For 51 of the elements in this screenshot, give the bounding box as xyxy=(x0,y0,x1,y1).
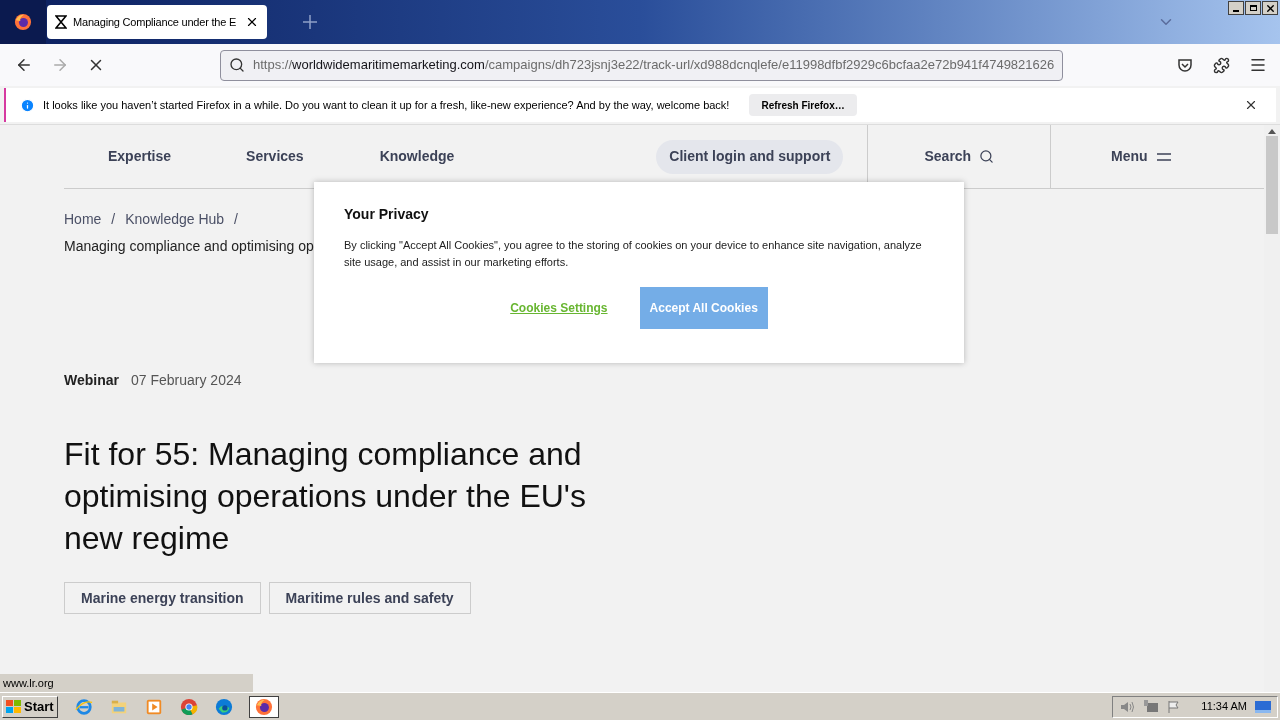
publish-date: 07 February 2024 xyxy=(131,371,242,390)
browser-tab[interactable]: Managing Compliance under the E xyxy=(47,5,267,39)
article-title: Fit for 55: Managing compliance and optimising operations under the EU's new regime xyxy=(64,435,587,558)
scrollbar-thumb[interactable] xyxy=(1266,136,1278,234)
windows-logo-icon xyxy=(6,699,22,714)
notification-message: It looks like you haven’t started Firefox in a while. Do you want to clean it up for a fresh, like-new experience? And by the way, welcome back! xyxy=(43,97,730,113)
scroll-up-icon[interactable] xyxy=(1268,129,1276,134)
topic-tag[interactable]: Maritime rules and safety xyxy=(268,582,471,614)
breadcrumb-link[interactable]: Knowledge Hub xyxy=(125,209,225,230)
desktop-icon[interactable] xyxy=(1255,699,1271,714)
close-icon[interactable] xyxy=(1244,98,1258,112)
nav-link[interactable]: Knowledge xyxy=(379,146,455,167)
start-button[interactable]: Start xyxy=(2,695,58,718)
edge-icon xyxy=(214,697,233,716)
dialog-text: By clicking "Accept All Cookies", you agree to the storing of cookies on your device to enhance site navigation, analyze site usage, and assist in our marketing efforts. xyxy=(344,238,923,270)
search-icon xyxy=(229,57,245,73)
pocket-icon[interactable] xyxy=(1177,57,1193,73)
search-link[interactable]: Search xyxy=(924,146,972,167)
network-icon[interactable] xyxy=(1143,699,1160,714)
menu-link[interactable]: Menu xyxy=(1111,146,1148,167)
back-icon[interactable] xyxy=(15,56,33,74)
content-type: Webinar xyxy=(64,371,119,390)
extensions-icon[interactable] xyxy=(1213,56,1230,74)
search-icon[interactable] xyxy=(979,149,995,164)
new-tab-icon[interactable] xyxy=(303,15,317,29)
clock: 11:34 AM xyxy=(1201,699,1247,715)
menu-icon[interactable] xyxy=(1249,56,1267,74)
dialog-title: Your Privacy xyxy=(344,205,430,224)
close-tab-icon[interactable] xyxy=(245,15,259,29)
chrome-icon xyxy=(179,697,198,716)
breadcrumb-separator: / xyxy=(234,210,238,229)
refresh-firefox-button[interactable]: Refresh Firefox… xyxy=(749,94,857,116)
topic-tag[interactable]: Marine energy transition xyxy=(64,582,261,614)
breadcrumb-link[interactable]: Home xyxy=(64,209,102,230)
minimize-button[interactable] xyxy=(1228,1,1244,15)
info-icon xyxy=(20,97,35,113)
restore-button[interactable] xyxy=(1245,1,1261,15)
status-url: www.lr.org xyxy=(0,674,253,692)
taskbar-app[interactable] xyxy=(248,695,279,718)
breadcrumb-separator: / xyxy=(111,210,116,229)
firefox-icon xyxy=(254,697,273,716)
browser-e-icon xyxy=(74,697,93,716)
client-login-button[interactable]: Client login and support xyxy=(656,139,844,174)
breadcrumb-current: Managing compliance and optimising op xyxy=(64,237,314,256)
hourglass-icon xyxy=(55,15,67,29)
address-field[interactable]: https://worldwidemaritimemarketing.com/campaigns/dh723jsnj3e22/track-url/xd988dcnqlefe/e11998dfbf2929c6bcfaa2e72b941f4749821626 xyxy=(220,49,1063,81)
nav-link[interactable]: Expertise xyxy=(108,146,172,167)
nav-link[interactable]: Services xyxy=(246,146,304,167)
media-player-icon xyxy=(144,697,163,716)
firefox-icon xyxy=(14,13,32,31)
flag-icon[interactable] xyxy=(1167,699,1182,714)
